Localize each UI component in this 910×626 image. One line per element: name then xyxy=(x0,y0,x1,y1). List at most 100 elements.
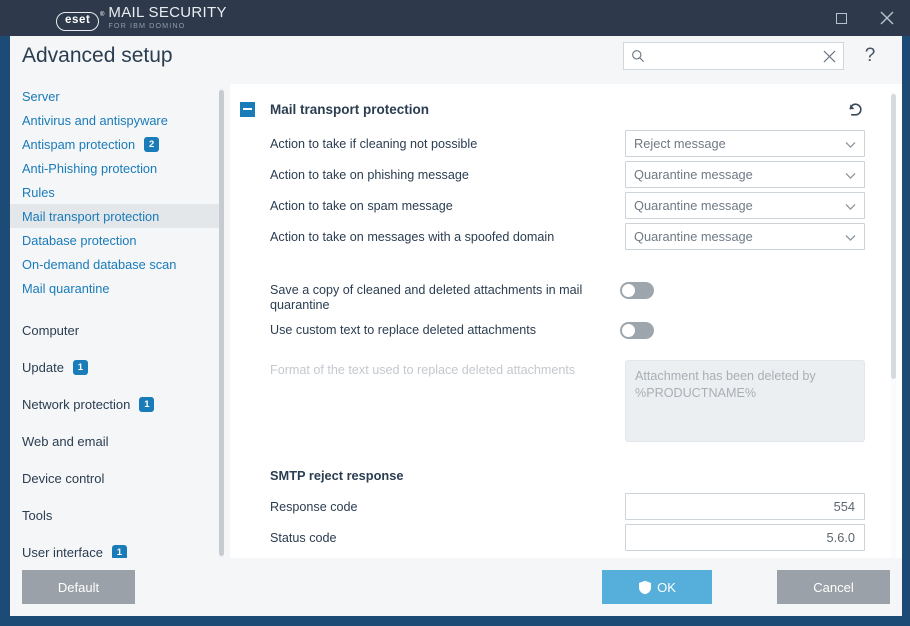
brand-logo: eset ® MAIL SECURITY FOR IBM DOMINO xyxy=(56,5,227,31)
setting-label: Action to take on messages with a spoofe… xyxy=(270,230,555,244)
sidebar-item-label: Tools xyxy=(22,508,53,523)
revert-arrow-icon xyxy=(849,102,862,116)
sidebar-item-label: Anti-Phishing protection xyxy=(22,160,158,176)
sidebar-item-web-and-email[interactable]: Web and email xyxy=(10,423,224,460)
sidebar-group-spacer xyxy=(10,300,224,312)
product-name-block: MAIL SECURITY FOR IBM DOMINO xyxy=(108,5,226,30)
close-button[interactable] xyxy=(864,0,910,36)
sidebar-item-badge: 1 xyxy=(139,397,155,412)
response-code-label: Response code xyxy=(270,500,358,514)
sidebar-item-list: Server Antivirus and antispyware Antispam … xyxy=(10,84,224,572)
sidebar-item-label: Rules xyxy=(22,184,55,200)
toggle-knob xyxy=(622,284,635,297)
maximize-button[interactable] xyxy=(818,0,864,36)
search-icon xyxy=(631,49,645,63)
clear-search-icon[interactable] xyxy=(823,50,836,63)
sidebar-item-tools[interactable]: Tools xyxy=(10,497,224,534)
sidebar-scrollbar-thumb[interactable] xyxy=(219,90,224,556)
sidebar-item-badge: 1 xyxy=(72,360,88,375)
product-subtitle: FOR IBM DOMINO xyxy=(108,21,186,31)
sidebar-item-label: Antivirus and antispyware xyxy=(22,112,168,128)
sidebar-item-label: Computer xyxy=(22,323,80,338)
format-text-row: Format of the text used to replace delet… xyxy=(230,356,880,442)
sidebar-item-anti-phishing-protection[interactable]: Anti-Phishing protection xyxy=(10,156,224,180)
window-controls xyxy=(818,0,910,36)
search-box[interactable] xyxy=(623,42,844,70)
setting-toggle[interactable] xyxy=(620,322,654,339)
action-dropdown[interactable]: Reject message xyxy=(625,130,865,157)
ok-button[interactable]: OK xyxy=(602,570,712,604)
toggle-label: Use custom text to replace deleted attac… xyxy=(270,323,537,337)
setting-label: Action to take on phishing message xyxy=(270,168,469,182)
cancel-button[interactable]: Cancel xyxy=(777,570,890,604)
sidebar-item-mail-transport-protection[interactable]: Mail transport protection xyxy=(10,204,224,228)
chevron-down-icon xyxy=(845,136,856,151)
action-settings-rows: Action to take if cleaning not possible R… xyxy=(230,130,880,254)
action-dropdown[interactable]: Quarantine message xyxy=(625,192,865,219)
dialog-footer: Default OK Cancel xyxy=(10,558,902,616)
setting-toggle[interactable] xyxy=(620,282,654,299)
title-bar: eset ® MAIL SECURITY FOR IBM DOMINO xyxy=(0,0,910,36)
settings-content: Mail transport protection Action to take… xyxy=(230,84,880,572)
sidebar-item-network-protection[interactable]: Network protection 1 xyxy=(10,386,224,423)
eset-logo-badge: eset ® xyxy=(56,11,104,31)
sidebar-item-label: Mail transport protection xyxy=(22,208,160,224)
sidebar-item-computer[interactable]: Computer xyxy=(10,312,224,349)
dialog-body: Server Antivirus and antispyware Antispam … xyxy=(10,84,902,572)
sidebar-item-label: On-demand database scan xyxy=(22,256,177,272)
status-code-row: Status code 5.6.0 xyxy=(230,524,880,555)
revert-to-default-button[interactable] xyxy=(844,98,866,120)
action-dropdown[interactable]: Quarantine message xyxy=(625,161,865,188)
sidebar-item-antivirus-and-antispyware[interactable]: Antivirus and antispyware xyxy=(10,108,224,132)
setting-row: Action to take on messages with a spoofe… xyxy=(230,223,880,254)
settings-content-pane: Mail transport protection Action to take… xyxy=(230,84,902,572)
sidebar-item-label: Server xyxy=(22,88,60,104)
sidebar-item-database-protection[interactable]: Database protection xyxy=(10,228,224,252)
setting-row: Action to take on phishing message Quaran… xyxy=(230,161,880,192)
sidebar-item-antispam-protection[interactable]: Antispam protection 2 xyxy=(10,132,224,156)
search-input[interactable] xyxy=(651,48,823,64)
page-title: Advanced setup xyxy=(22,44,173,67)
help-button[interactable]: ? xyxy=(860,44,880,68)
sidebar-item-rules[interactable]: Rules xyxy=(10,180,224,204)
dropdown-value: Quarantine message xyxy=(634,167,753,182)
sidebar-item-mail-quarantine[interactable]: Mail quarantine xyxy=(10,276,224,300)
product-name: MAIL SECURITY xyxy=(108,4,227,22)
setting-row: Action to take if cleaning not possible R… xyxy=(230,130,880,161)
setting-label: Action to take on spam message xyxy=(270,199,453,213)
dialog-header: Advanced setup ? xyxy=(10,36,902,84)
sidebar-item-label: Web and email xyxy=(22,434,109,449)
collapse-section-button[interactable] xyxy=(240,101,255,117)
advanced-setup-dialog: Advanced setup ? Server Antivirus and an… xyxy=(10,36,902,616)
chevron-down-icon xyxy=(845,167,856,182)
sidebar-item-label: Antispam protection xyxy=(22,136,136,152)
section-title: Mail transport protection xyxy=(270,101,430,117)
content-scrollbar-thumb[interactable] xyxy=(891,94,896,379)
status-code-label: Status code xyxy=(270,531,337,545)
sidebar-item-badge: 2 xyxy=(144,136,160,152)
response-code-input[interactable]: 554 xyxy=(625,493,865,520)
sidebar-item-label: Database protection xyxy=(22,232,137,248)
status-code-input[interactable]: 5.6.0 xyxy=(625,524,865,551)
toggle-row: Use custom text to replace deleted attac… xyxy=(230,316,880,356)
default-button[interactable]: Default xyxy=(22,570,135,604)
chevron-down-icon xyxy=(845,198,856,213)
sidebar-item-server[interactable]: Server xyxy=(10,84,224,108)
trademark-mark: ® xyxy=(100,11,105,18)
action-dropdown[interactable]: Quarantine message xyxy=(625,223,865,250)
format-text-textarea[interactable]: Attachment has been deleted by %PRODUCTN… xyxy=(625,360,865,442)
response-code-row: Response code 554 xyxy=(230,493,880,524)
dropdown-value: Quarantine message xyxy=(634,229,753,244)
section-header: Mail transport protection xyxy=(230,94,880,124)
chevron-down-icon xyxy=(845,229,856,244)
ok-button-label: OK xyxy=(657,579,676,595)
sidebar-item-device-control[interactable]: Device control xyxy=(10,460,224,497)
eset-logo-text: eset xyxy=(65,13,91,26)
sidebar-item-on-demand-database-scan[interactable]: On-demand database scan xyxy=(10,252,224,276)
sidebar-item-update[interactable]: Update 1 xyxy=(10,349,224,386)
sidebar-item-label: Device control xyxy=(22,471,105,486)
minus-icon xyxy=(243,108,252,110)
format-text-label: Format of the text used to replace delet… xyxy=(270,363,576,377)
dropdown-value: Quarantine message xyxy=(634,198,753,213)
smtp-reject-response-heading: SMTP reject response xyxy=(270,468,404,483)
